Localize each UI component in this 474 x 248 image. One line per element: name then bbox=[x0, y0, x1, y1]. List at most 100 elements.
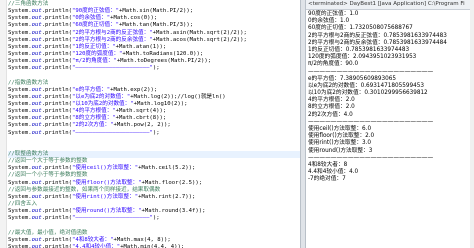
code-token-pre: System. bbox=[8, 115, 32, 122]
code-token-fld: out bbox=[31, 108, 42, 115]
console-line: —————————————————————— bbox=[308, 68, 434, 75]
code-token-mid: .println( bbox=[41, 115, 72, 122]
code-token-str: "8的立方根值：" bbox=[72, 115, 116, 122]
code-line: System.out.println("使用floor()方法取整："+Math… bbox=[8, 180, 300, 187]
code-token-pre: System. bbox=[8, 58, 32, 65]
code-token-post: +Math.floor(2.5)); bbox=[141, 179, 203, 186]
console-line: e的平方值：7.38905609893065 bbox=[308, 75, 397, 82]
code-line: System.out.println("2的平方根与2商的反余弦值："+Math… bbox=[8, 37, 300, 44]
code-comment-line: //返回一个小于等于参数的整数 bbox=[8, 172, 300, 179]
code-token-fld: out bbox=[31, 22, 42, 29]
code-token-mid: .println( bbox=[41, 15, 72, 22]
code-token-fld: out bbox=[31, 15, 42, 22]
console-line: -7的绝对值：7 bbox=[308, 176, 346, 183]
code-token-str: "0的余弦值：" bbox=[72, 15, 111, 22]
code-token-str: "π/2的角度值：" bbox=[72, 58, 117, 65]
code-token-pre: System. bbox=[8, 15, 32, 22]
code-token-mid: .println( bbox=[41, 36, 72, 43]
code-line: System.out.println("1的反正切值："+Math.atan(1… bbox=[8, 44, 300, 51]
code-token-fld: out bbox=[31, 100, 42, 107]
code-token-pre: System. bbox=[8, 50, 32, 57]
code-token-pre: System. bbox=[8, 29, 32, 36]
console-line: 以e为底2的对数值：0.6931471805599453 bbox=[308, 82, 424, 89]
code-token-pre: System. bbox=[8, 129, 32, 136]
code-token-pre: System. bbox=[8, 43, 32, 50]
code-token-str: "60度的正切值：" bbox=[72, 22, 120, 29]
code-token-fld: out bbox=[31, 58, 42, 65]
code-token-str: "4和8较大者：" bbox=[72, 236, 114, 243]
code-line: System.out.println("e的平方值："+Math.exp(2))… bbox=[8, 87, 300, 94]
code-token-str: "1的反正切值：" bbox=[72, 43, 116, 50]
code-token-fld: out bbox=[31, 236, 42, 243]
code-token-pre: System. bbox=[8, 86, 32, 93]
code-token-post: +Math.cos(0)); bbox=[110, 15, 158, 22]
code-token-mid: .println( bbox=[41, 165, 72, 172]
code-token-fld: out bbox=[31, 193, 42, 200]
code-token-str: "2的2次方值：" bbox=[72, 122, 114, 129]
code-token-fld: out bbox=[31, 43, 42, 50]
code-token-post: +Math.atan(1)); bbox=[115, 43, 167, 50]
console-line: 60度的正切值：1.7320508075688767 bbox=[308, 25, 413, 32]
code-token-fld: out bbox=[31, 208, 42, 215]
code-token-post: +Math.log(2));//log()就是ln() bbox=[130, 93, 226, 100]
console-status-text: <terminated> DayBest1 [Java Application]… bbox=[306, 0, 474, 10]
code-token-post: ); bbox=[152, 129, 160, 136]
code-token-pre: System. bbox=[8, 179, 32, 186]
code-token-fld: out bbox=[31, 215, 42, 222]
code-token-post: +Math.exp(2)); bbox=[110, 86, 158, 93]
code-token-fld: out bbox=[31, 86, 42, 93]
code-token-str: "使用round()方法取整：" bbox=[72, 208, 142, 215]
code-token-fld: out bbox=[31, 243, 42, 248]
console-line: 使用round()方法取整：3 bbox=[308, 147, 373, 154]
console-line: π/2的角度值：90.0 bbox=[308, 61, 359, 68]
code-token-pre: System. bbox=[8, 208, 32, 215]
code-token-str: "——————————————————————" bbox=[72, 65, 153, 72]
code-token-post: ); bbox=[152, 215, 160, 222]
code-line: System.out.println("以e为底2的对数值："+Math.log… bbox=[8, 94, 300, 101]
code-line: System.out.println("————————————————————… bbox=[8, 130, 300, 137]
code-line: System.out.println("————————————————————… bbox=[8, 65, 300, 72]
code-token-str: "使用rint()方法取整：" bbox=[72, 193, 139, 200]
code-token-fld: out bbox=[31, 115, 42, 122]
code-line: System.out.println("4和8较大者："+Math.max(4,… bbox=[8, 237, 300, 244]
code-token-str: "90度的正弦值：" bbox=[72, 8, 120, 15]
console-scrollbar[interactable] bbox=[470, 0, 474, 248]
code-token-pre: System. bbox=[8, 165, 32, 172]
console-line: 2的平方根与2商的反余弦值：0.7853981633974484 bbox=[308, 39, 447, 46]
console-line: 2的平方根与2商的反正弦值：0.7853981633974483 bbox=[308, 32, 447, 39]
code-token-pre: System. bbox=[8, 236, 32, 243]
code-token-post: +Math.sqrt(4)); bbox=[115, 108, 167, 115]
code-token-pre: System. bbox=[8, 65, 32, 72]
code-token-mid: .println( bbox=[41, 58, 72, 65]
code-token-str: "4.4和4较小值：" bbox=[72, 243, 121, 248]
comment-text: //最大值，最小值，绝对值函数 bbox=[8, 229, 88, 236]
code-line: System.out.println("使用rint()方法取整："+Math.… bbox=[8, 194, 300, 201]
code-token-post: +Math.min(4.4, 4)); bbox=[120, 243, 185, 248]
code-token-pre: System. bbox=[8, 93, 32, 100]
code-token-post: +Math.cbrt(8)); bbox=[115, 115, 167, 122]
code-token-mid: .println( bbox=[41, 108, 72, 115]
code-token-mid: .println( bbox=[41, 129, 72, 136]
code-token-fld: out bbox=[31, 8, 42, 15]
code-token-mid: .println( bbox=[41, 50, 72, 57]
code-editor[interactable]: //三角函数方法 System.out.println("90度的正弦值："+Ma… bbox=[0, 0, 300, 248]
code-token-post: +Math.log10(2)); bbox=[133, 100, 188, 107]
code-token-mid: .println( bbox=[41, 215, 72, 222]
code-token-pre: System. bbox=[8, 122, 32, 129]
code-token-mid: .println( bbox=[41, 8, 72, 15]
comment-text: //返回与参数最接近的整数，如果两个同样接近，结果取偶数 bbox=[8, 186, 161, 193]
code-token-fld: out bbox=[31, 36, 42, 43]
comment-text: //返回一个小于等于参数的整数 bbox=[8, 172, 88, 179]
code-token-mid: .println( bbox=[41, 122, 72, 129]
code-area[interactable]: //三角函数方法 System.out.println("90度的正弦值："+Ma… bbox=[8, 1, 300, 248]
code-token-mid: .println( bbox=[41, 65, 72, 72]
code-line: System.out.println("4.4和4较小值："+Math.min(… bbox=[8, 244, 300, 248]
code-token-fld: out bbox=[31, 165, 42, 172]
code-token-pre: System. bbox=[8, 193, 32, 200]
code-comment-line: //四舍五入 bbox=[8, 201, 300, 208]
comment-text: //取整函数方法 bbox=[8, 150, 49, 157]
code-token-post: +Math.max(4, 8)); bbox=[113, 236, 171, 243]
code-token-post: +Math.toRadians(120.0)); bbox=[122, 50, 204, 57]
